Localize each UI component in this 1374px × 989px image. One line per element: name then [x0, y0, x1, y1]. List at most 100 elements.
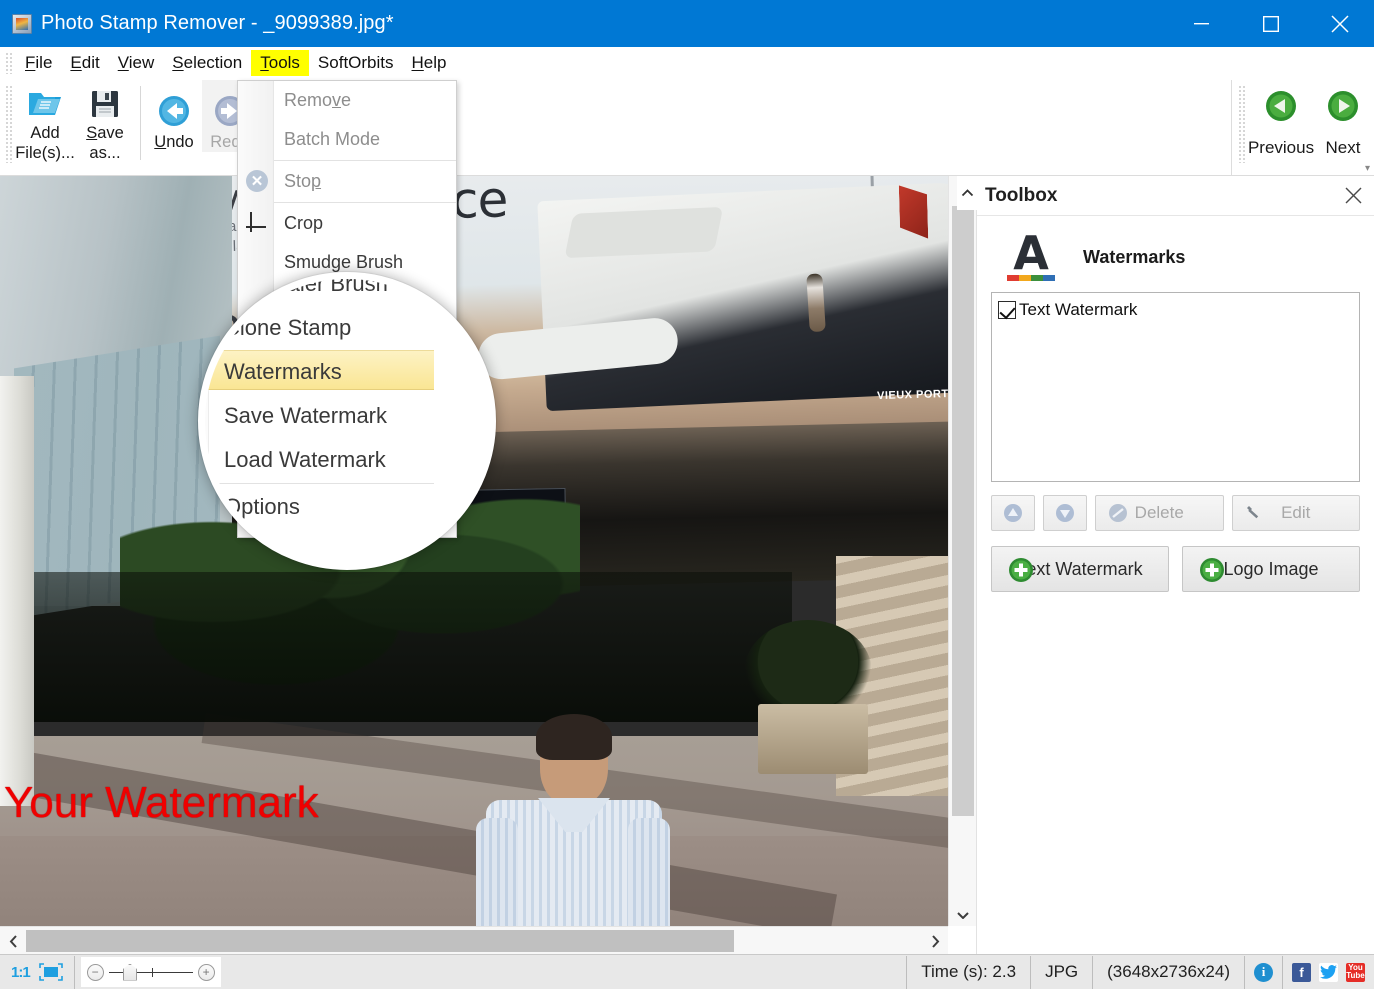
move-up-icon	[1003, 503, 1023, 523]
add-text-watermark-label: Text Watermark	[1017, 559, 1142, 580]
status-separator	[74, 956, 75, 989]
menu-item-label: Crop	[284, 213, 323, 234]
twitter-icon[interactable]	[1319, 963, 1338, 982]
facebook-icon[interactable]: f	[1292, 963, 1311, 982]
delete-label: Delete	[1135, 503, 1184, 523]
next-button[interactable]: Next	[1312, 80, 1374, 158]
edit-button[interactable]: Edit	[1232, 495, 1361, 531]
add-text-watermark-button[interactable]: Text Watermark	[991, 546, 1169, 592]
canvas-vertical-scrollbar[interactable]	[948, 176, 976, 926]
menu-view[interactable]: View	[109, 50, 164, 76]
move-up-button[interactable]	[991, 495, 1035, 531]
watermarks-list[interactable]: Text Watermark	[991, 292, 1360, 482]
menu-item-remove[interactable]: Remove	[238, 81, 456, 120]
menu-item-label: Stop	[284, 171, 321, 192]
magnifier-content: Concealer Brush Clone Stamp A Watermarks	[205, 279, 489, 563]
nav-gripper-icon[interactable]	[1238, 85, 1245, 163]
next-icon	[1326, 89, 1360, 128]
move-down-button[interactable]	[1043, 495, 1087, 531]
toolbox-close-icon[interactable]	[1342, 184, 1364, 206]
photo-pillar	[0, 376, 34, 806]
previous-button[interactable]: Previous	[1250, 80, 1312, 158]
watermark-add-buttons: Text Watermark Logo Image	[991, 546, 1360, 592]
fit-to-window-icon[interactable]	[39, 963, 63, 981]
add-files-button[interactable]: AddFile(s)...	[15, 80, 75, 163]
zoom-actual-size-button[interactable]: 1:1	[11, 964, 30, 981]
menu-gripper-icon[interactable]	[5, 52, 12, 74]
application-window: Photo Stamp Remover - _9099389.jpg* FFil…	[0, 0, 1374, 989]
zoom-out-button[interactable]: −	[87, 964, 104, 981]
magnified-item-label: Watermarks	[224, 359, 342, 385]
billboard-yacht	[537, 181, 948, 411]
plus-icon	[1008, 557, 1034, 588]
zoom-slider-thumb[interactable]	[123, 964, 137, 981]
status-social-links: f YouTube	[1282, 956, 1374, 989]
save-as-button[interactable]: Saveas...	[75, 80, 135, 163]
scroll-right-icon[interactable]	[922, 927, 948, 955]
info-icon[interactable]: i	[1254, 963, 1273, 982]
magnified-item-clone-stamp[interactable]: Clone Stamp	[198, 306, 434, 350]
youtube-icon[interactable]: YouTube	[1346, 963, 1365, 982]
scroll-left-icon[interactable]	[0, 927, 26, 955]
watermark-action-buttons: Delete Edit	[991, 495, 1360, 531]
toolbar-gripper-icon[interactable]	[5, 85, 12, 163]
magnified-item-watermarks[interactable]: A Watermarks	[198, 350, 434, 394]
photo-person-arm-right	[628, 818, 670, 926]
smudge-brush-icon	[246, 251, 270, 275]
photo-person-hair	[536, 714, 612, 760]
menu-tools[interactable]: Tools	[251, 50, 309, 76]
status-dimensions: (3648x2736x24)	[1092, 956, 1244, 989]
menu-bar: FFileile Edit View Selection Tools SoftO…	[0, 47, 1374, 80]
eraser-icon	[246, 89, 270, 113]
magnified-item-options[interactable]: Options	[198, 485, 434, 529]
title-bar: Photo Stamp Remover - _9099389.jpg*	[0, 0, 1374, 47]
toolbar-separator	[140, 86, 141, 160]
zoom-slider[interactable]: − +	[81, 957, 221, 987]
maximize-icon[interactable]	[1236, 0, 1305, 47]
menu-file[interactable]: FFileile	[16, 50, 61, 76]
ribbon-expand-icon[interactable]: ▾	[1365, 163, 1370, 174]
magnified-item-save-watermark[interactable]: A Save Watermark	[198, 394, 434, 438]
watermarks-section-header: A Watermarks	[991, 228, 1360, 286]
photo-dark-foliage	[32, 572, 792, 722]
app-photo-icon	[12, 14, 32, 34]
chevron-up-icon[interactable]	[957, 176, 977, 210]
magnified-item-load-watermark[interactable]: A Load Watermark	[198, 438, 434, 482]
toolbox-header: Toolbox	[977, 176, 1374, 216]
status-bar: 1:1 − + Time (s): 2.3 JPG (3	[0, 954, 1374, 989]
crop-icon	[246, 212, 270, 236]
add-logo-image-button[interactable]: Logo Image	[1182, 546, 1360, 592]
watermark-checkbox[interactable]	[998, 301, 1016, 319]
menu-item-crop[interactable]: Crop	[238, 204, 456, 243]
menu-item-stop[interactable]: ✕ Stop	[238, 162, 456, 201]
undo-button[interactable]: Undo	[146, 80, 202, 152]
minimize-icon[interactable]	[1167, 0, 1236, 47]
menu-selection[interactable]: Selection	[163, 50, 251, 76]
magnifier-lens: Concealer Brush Clone Stamp A Watermarks	[198, 272, 496, 570]
menu-softorbits[interactable]: SoftOrbits	[309, 50, 403, 76]
horizontal-scroll-thumb[interactable]	[26, 930, 734, 952]
menu-separator	[274, 202, 456, 203]
scroll-down-icon[interactable]	[949, 904, 977, 926]
plus-icon	[1199, 557, 1225, 588]
close-icon[interactable]	[1305, 0, 1374, 47]
menu-edit[interactable]: Edit	[61, 50, 108, 76]
watermark-item-label: Text Watermark	[1019, 300, 1137, 320]
save-icon	[91, 87, 119, 121]
toolbox-title: Toolbox	[985, 185, 1057, 207]
toolbar-file-group: AddFile(s)... Saveas...	[15, 80, 135, 172]
magnified-separator	[209, 483, 434, 484]
list-item[interactable]: Text Watermark	[998, 298, 1353, 322]
watermark-overlay-text[interactable]: Your Watermark	[4, 778, 319, 828]
menu-help[interactable]: Help	[403, 50, 456, 76]
add-files-icon	[27, 87, 63, 121]
next-label: Next	[1326, 138, 1361, 158]
zoom-slider-track[interactable]	[109, 972, 193, 973]
magnified-item-label: Save Watermark	[224, 403, 387, 429]
canvas-horizontal-scrollbar[interactable]	[0, 926, 948, 954]
zoom-in-button[interactable]: +	[198, 964, 215, 981]
delete-button[interactable]: Delete	[1095, 495, 1224, 531]
gear-icon	[246, 128, 270, 152]
menu-item-batch-mode[interactable]: Batch Mode	[238, 120, 456, 159]
vertical-scroll-thumb[interactable]	[952, 206, 974, 816]
